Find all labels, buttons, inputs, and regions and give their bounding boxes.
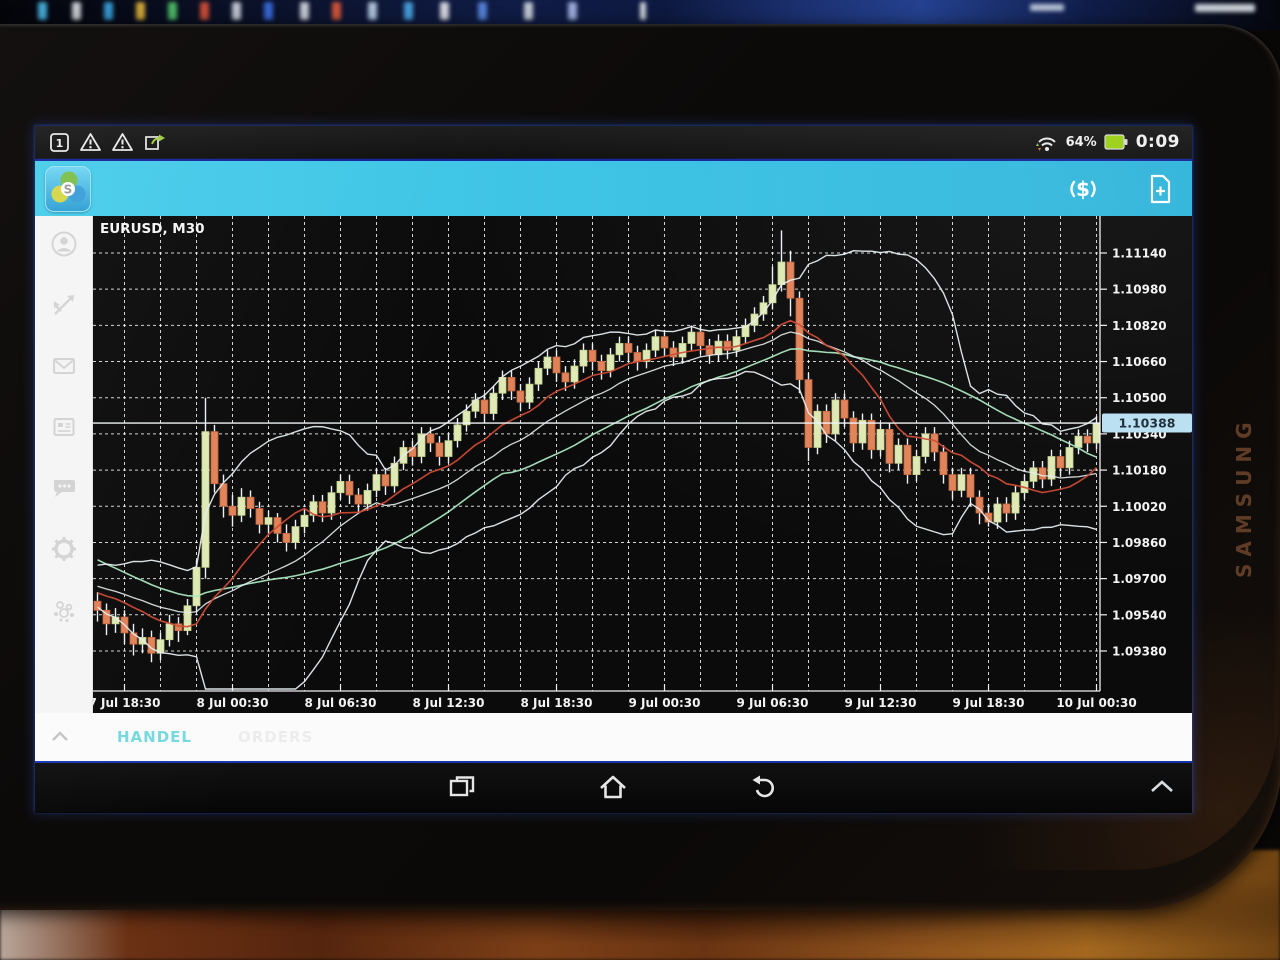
battery-icon — [1104, 132, 1129, 152]
sidebar — [35, 216, 93, 713]
svg-text:1.10980: 1.10980 — [1112, 283, 1167, 297]
svg-text:10 Jul 00:30: 10 Jul 00:30 — [1056, 696, 1136, 710]
tablet-screen: 1 — [35, 126, 1192, 812]
chat-icon[interactable] — [50, 474, 78, 502]
svg-text:1.11140: 1.11140 — [1112, 247, 1167, 261]
mail-icon[interactable] — [50, 352, 78, 380]
svg-text:8 Jul 12:30: 8 Jul 12:30 — [412, 696, 484, 710]
battery-percent: 64% — [1066, 135, 1097, 150]
svg-text:9 Jul 18:30: 9 Jul 18:30 — [952, 696, 1024, 710]
svg-text:$: $ — [1076, 177, 1090, 201]
svg-text:1.10820: 1.10820 — [1112, 319, 1167, 333]
bottom-tab-bar: HANDEL ORDERS — [35, 713, 1192, 761]
account-icon[interactable] — [50, 230, 78, 258]
photo-of-tablet: { "device": { "brand": "SAMSUNG" }, "sta… — [0, 0, 1280, 960]
app-header: S $ — [35, 159, 1192, 216]
chart-area: 1.11140 1.10980 1.10820 1.10660 1.10500 1.103… — [93, 216, 1192, 713]
screenshot-share-icon — [143, 131, 169, 153]
recent-apps-button[interactable] — [447, 773, 477, 801]
svg-text:1.09380: 1.09380 — [1112, 644, 1167, 658]
price-chart[interactable]: 1.11140 1.10980 1.10820 1.10660 1.10500 1.103… — [93, 216, 1192, 713]
clock: 0:09 — [1136, 132, 1180, 152]
svg-text:9 Jul 06:30: 9 Jul 06:30 — [736, 696, 808, 710]
quotes-dollar-icon[interactable]: $ — [1066, 174, 1100, 204]
wifi-icon — [1033, 130, 1059, 154]
news-icon[interactable] — [50, 413, 78, 441]
app-body: 1.11140 1.10980 1.10820 1.10660 1.10500 1.103… — [35, 216, 1192, 713]
tab-orders[interactable]: ORDERS — [238, 728, 313, 746]
warning-icon — [79, 131, 102, 153]
svg-text:8 Jul 18:30: 8 Jul 18:30 — [520, 696, 592, 710]
svg-text:1.10020: 1.10020 — [1112, 500, 1167, 514]
svg-text:1.10180: 1.10180 — [1112, 464, 1167, 478]
metatrader-logo[interactable]: S — [45, 166, 91, 212]
community-icon[interactable] — [50, 596, 78, 624]
svg-text:1.10500: 1.10500 — [1112, 391, 1167, 405]
svg-text:7 Jul 18:30: 7 Jul 18:30 — [93, 696, 161, 710]
new-order-icon[interactable] — [1146, 173, 1174, 205]
nav-chevron-up-icon[interactable] — [1147, 777, 1177, 797]
svg-text:8 Jul 06:30: 8 Jul 06:30 — [304, 696, 376, 710]
home-button[interactable] — [597, 773, 629, 801]
svg-text:1.09860: 1.09860 — [1112, 536, 1167, 550]
svg-text:9 Jul 12:30: 9 Jul 12:30 — [844, 696, 916, 710]
android-status-bar: 1 — [35, 126, 1192, 159]
warning-icon — [111, 131, 134, 153]
svg-text:8 Jul 00:30: 8 Jul 00:30 — [196, 696, 268, 710]
chart-symbol-title: EURUSD, M30 — [100, 221, 205, 237]
svg-text:1.10388: 1.10388 — [1119, 416, 1176, 431]
svg-text:1: 1 — [56, 137, 64, 150]
trade-arrows-icon[interactable] — [50, 291, 78, 319]
notification-count-icon: 1 — [49, 131, 70, 153]
tab-handel[interactable]: HANDEL — [117, 728, 192, 746]
samsung-brand-label: SAMSUNG — [1232, 415, 1256, 578]
svg-text:S: S — [64, 182, 73, 196]
collapse-chevron-icon[interactable] — [49, 729, 71, 745]
svg-text:1.09540: 1.09540 — [1112, 608, 1167, 622]
back-button[interactable] — [747, 773, 777, 801]
android-nav-bar — [35, 763, 1192, 813]
current-price-badge: 1.10388 — [1102, 414, 1192, 433]
svg-text:1.10660: 1.10660 — [1112, 355, 1167, 369]
svg-text:1.09700: 1.09700 — [1112, 572, 1167, 586]
svg-text:9 Jul 00:30: 9 Jul 00:30 — [628, 696, 700, 710]
settings-gear-icon[interactable] — [50, 535, 78, 563]
